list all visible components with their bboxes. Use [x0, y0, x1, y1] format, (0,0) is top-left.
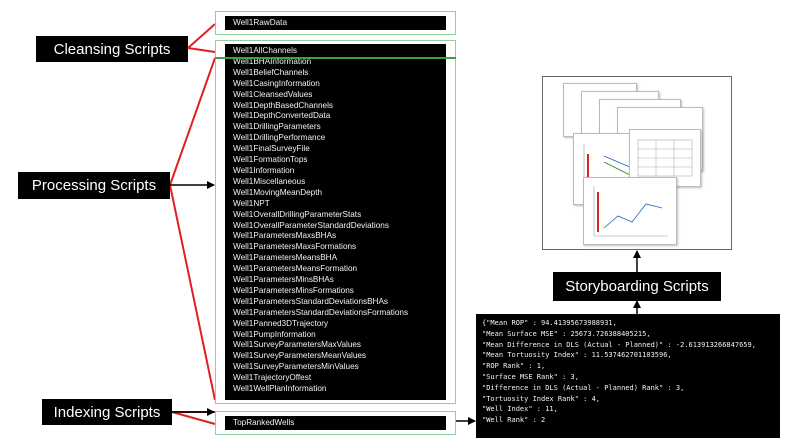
json-line: "Well Index" : 11, — [482, 405, 558, 414]
processed-item: Well1ParametersMinsBHAs — [233, 275, 334, 285]
processed-item: Well1FinalSurveyFile — [233, 144, 310, 154]
processed-item: Well1ParametersStandardDeviationsFormati… — [233, 307, 409, 317]
processed-item: Well1DepthBasedChannels — [233, 100, 333, 110]
json-line: {"Mean ROP" : 94.41395673988931, — [482, 319, 617, 327]
processed-item: Well1Information — [233, 165, 295, 175]
cleansing-connector-bottom — [187, 47, 216, 53]
processed-item: Well1SurveyParametersMeanValues — [233, 351, 367, 361]
json-line: "Mean Surface MSE" : 25673.726388405215, — [482, 329, 651, 338]
ranking-json-lines: {"Mean ROP" : 94.41395673988931, "Mean Su… — [482, 318, 774, 426]
json-line: "Difference in DLS (Actual - Planned) Ra… — [482, 383, 685, 392]
processed-item: Well1BeliefChannels — [233, 67, 309, 77]
processed-item: Well1ParametersMeansFormation — [233, 264, 358, 274]
processed-item: Well1ParametersMeansBHA — [233, 253, 338, 263]
json-line: "Mean Difference in DLS (Actual - Planne… — [482, 340, 756, 349]
processed-item: Well1ParametersStandardDeviationsBHAs — [233, 296, 389, 306]
processed-item: Well1MovingMeanDepth — [233, 187, 323, 197]
indexing-connector-bottom — [171, 411, 216, 425]
processed-item: Well1CasingInformation — [233, 78, 320, 88]
processing-scripts-label: Processing Scripts — [18, 172, 170, 199]
raw-data-name: Well1RawData — [233, 18, 287, 27]
processed-item: Well1FormationTops — [233, 155, 308, 165]
json-line: "Well Rank" : 2 — [482, 416, 546, 425]
json-line: "Surface MSE Rank" : 3, — [482, 372, 579, 381]
processed-item: Well1CleansedValues — [233, 89, 313, 99]
processed-list: Well1AllChannels Well1BHAInformation Well1… — [233, 46, 446, 395]
cleansing-scripts-label: Cleansing Scripts — [36, 36, 188, 62]
cleansing-connector-top — [187, 23, 216, 49]
processed-divider — [215, 57, 456, 59]
processed-item: Well1SurveyParametersMaxValues — [233, 340, 362, 350]
ranked-wells-panel: TopRankedWells — [225, 416, 446, 430]
pipeline-diagram: Cleansing Scripts Processing Scripts Ind… — [0, 0, 800, 448]
slide-thumbnail — [583, 177, 677, 245]
processed-item: Well1SurveyParametersMinValues — [233, 362, 359, 372]
processing-connector-bottom — [169, 184, 216, 401]
processing-connector-top — [169, 57, 216, 186]
processed-item: Well1DepthConvertedData — [233, 111, 331, 121]
raw-data-panel: Well1RawData — [225, 16, 446, 30]
processed-item: Well1TrajectoryOffest — [233, 373, 312, 383]
processed-item: Well1OverallParameterStandardDeviations — [233, 220, 389, 230]
processed-item: Well1Miscellaneous — [233, 176, 306, 186]
indexing-scripts-label: Indexing Scripts — [42, 399, 172, 425]
processed-item: Well1ParametersMaxsFormations — [233, 242, 357, 252]
processed-item: Well1DrillingPerformance — [233, 133, 326, 143]
processed-item: Well1DrillingParameters — [233, 122, 321, 132]
json-line: "Mean Tortuosity Index" : 11.53746270110… — [482, 351, 672, 360]
processed-panel: Well1AllChannels Well1BHAInformation Well1… — [225, 44, 446, 400]
processed-item: Well1OverallDrillingParameterStats — [233, 209, 362, 219]
processed-item: Well1ParametersMinsFormations — [233, 285, 354, 295]
slide-line-chart-icon — [593, 186, 668, 237]
processed-item: Well1AllChannels — [233, 46, 298, 55]
storyboarding-scripts-label: Storyboarding Scripts — [553, 272, 721, 301]
processed-item: Well1WellPlanInformation — [233, 384, 327, 394]
processed-item: Well1PumpInformation — [233, 329, 316, 339]
processed-item: Well1Panned3DTrajectory — [233, 318, 329, 328]
ranking-json-panel: {"Mean ROP" : 94.41395673988931, "Mean Su… — [476, 314, 780, 438]
json-line: "Tortuosity Index Rank" : 4, — [482, 394, 601, 403]
processed-item: Well1ParametersMaxsBHAs — [233, 231, 337, 241]
json-line: "ROP Rank" : 1, — [482, 362, 546, 371]
processed-item: Well1NPT — [233, 198, 270, 208]
ranked-wells-name: TopRankedWells — [233, 418, 295, 427]
storyboard-slides-box — [542, 76, 732, 250]
